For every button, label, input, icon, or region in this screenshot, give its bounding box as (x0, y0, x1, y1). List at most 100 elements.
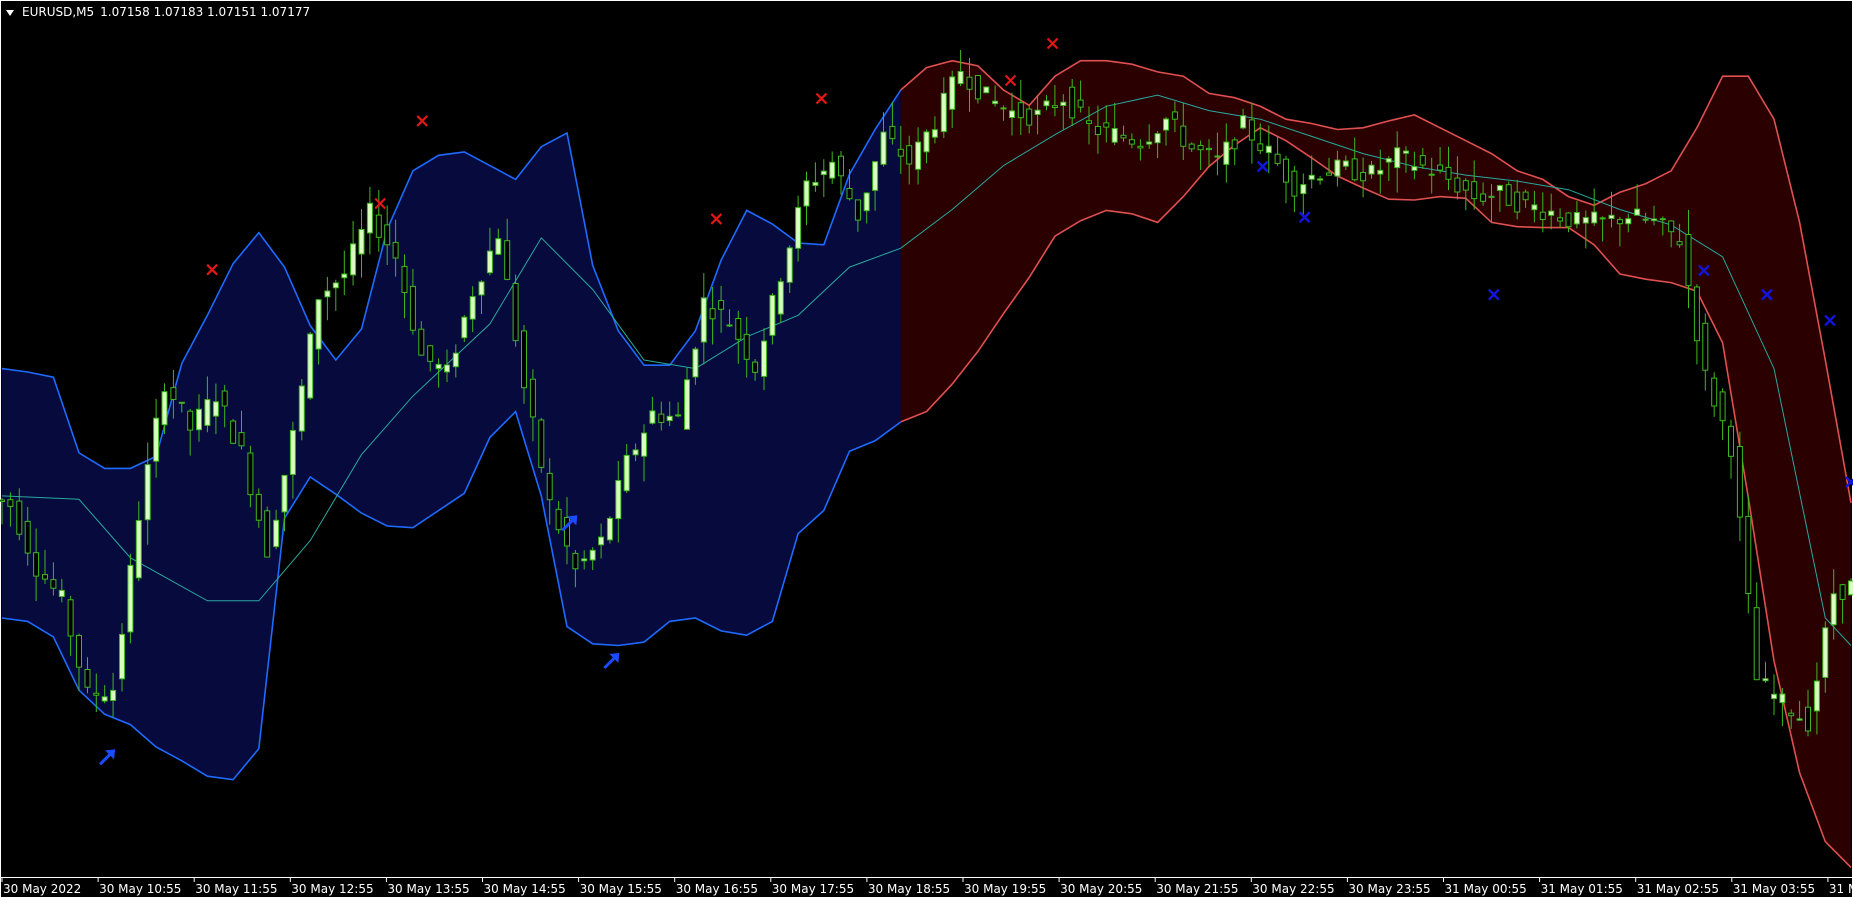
candle-body (264, 510, 271, 558)
candle-body (101, 696, 108, 702)
candle-body (1471, 181, 1478, 200)
candle-body (761, 340, 767, 377)
time-axis-label: 30 May 14:55 (484, 882, 566, 896)
candle-body (170, 387, 177, 401)
candle-body (196, 408, 202, 431)
candle-body (1488, 195, 1495, 198)
candle-body (615, 480, 622, 520)
time-axis-label: 31 May 01:55 (1541, 882, 1623, 896)
candle-body (1745, 515, 1752, 595)
candle-body (692, 348, 699, 378)
candle-body (1548, 210, 1555, 216)
band-fill-red (900, 60, 1851, 868)
dropdown-triangle-icon[interactable] (6, 9, 14, 16)
candle-body (521, 330, 527, 389)
price-chart[interactable]: 30 May 2022 30 May 10:55 30 May 11:55 30 Ma… (0, 0, 1853, 898)
band-fill-blue (2, 90, 901, 780)
candle-body (743, 333, 750, 360)
candle-body (1060, 101, 1067, 106)
candle-body (478, 281, 485, 296)
candle-body (93, 692, 100, 696)
candle-body (16, 500, 23, 535)
candle-body (1642, 218, 1649, 221)
candle-body (1274, 153, 1281, 164)
candle-body (1531, 204, 1538, 211)
candle-body (1214, 155, 1221, 158)
candle-body (966, 76, 973, 90)
candle-body (623, 454, 630, 492)
candle-body (273, 519, 280, 548)
candle-body (838, 155, 844, 177)
candle-body (230, 420, 237, 444)
candle-body (880, 131, 887, 165)
candle-body (1026, 108, 1033, 126)
candle-body (1805, 706, 1811, 732)
candle-body (24, 520, 31, 554)
candle-body (769, 294, 776, 336)
symbol-header: EURUSD,M5 1.07158 1.07183 1.07151 1.0717… (6, 5, 310, 19)
candle-body (529, 378, 536, 418)
candle-body (1086, 120, 1092, 124)
sell-signal-marker (815, 92, 828, 105)
candle-body (658, 413, 665, 423)
candle-body (1514, 191, 1521, 213)
candle-body (598, 536, 605, 546)
candle-body (700, 297, 707, 343)
time-axis-label: 30 May 10:55 (99, 882, 181, 896)
buy-signal-cross (1487, 288, 1500, 301)
buy-signal-cross (1824, 314, 1836, 327)
candle-body (1171, 111, 1178, 120)
sell-signal-marker (416, 115, 429, 127)
candle-body (1445, 166, 1452, 180)
candle-body (940, 92, 947, 133)
candle-body (366, 202, 373, 234)
candle-body (221, 390, 228, 407)
candle-body (1206, 147, 1212, 151)
sell-signal-marker (710, 213, 723, 225)
time-axis-label: 30 May 23:55 (1348, 882, 1430, 896)
candle-body (1009, 110, 1015, 119)
time-axis-label: 30 May 13:55 (387, 882, 469, 896)
candle-body (1240, 115, 1247, 129)
candle-body (1188, 143, 1195, 150)
candle-body (1137, 145, 1144, 149)
candle-body (1326, 172, 1332, 176)
candle-body (512, 283, 519, 342)
candle-body (1197, 145, 1204, 151)
candle-body (427, 345, 434, 362)
candle-body (1437, 164, 1444, 171)
candle-body (829, 161, 836, 179)
candle-body (153, 417, 160, 462)
candle-body (889, 125, 896, 140)
candle-body (1077, 99, 1084, 108)
candle-body (461, 316, 468, 339)
candle-body (1462, 180, 1469, 191)
candle-body (684, 379, 690, 430)
candle-body (726, 324, 733, 327)
candle-body (1428, 173, 1435, 176)
candle-body (324, 290, 331, 298)
candle-body (504, 240, 511, 280)
candle-body (7, 499, 14, 507)
candle-body (332, 282, 339, 289)
chart-window[interactable]: 30 May 2022 30 May 10:55 30 May 11:55 30 Ma… (0, 0, 1853, 898)
candle-body (992, 100, 999, 105)
candle-body (1051, 105, 1058, 108)
candle-body (1625, 218, 1632, 225)
candle-body (572, 552, 579, 570)
candle-body (1334, 159, 1341, 177)
candle-body (1480, 193, 1487, 202)
candle-body (1539, 211, 1546, 220)
candle-body (418, 328, 425, 356)
candle-body (949, 76, 956, 110)
candle-body (1360, 172, 1367, 182)
time-axis-label: 30 May 15:55 (580, 882, 662, 896)
candle-body (1283, 158, 1289, 183)
candle-body (127, 564, 134, 633)
candle-body (1505, 184, 1512, 206)
candle-body (1308, 174, 1315, 180)
candle-body (1822, 627, 1829, 678)
candle-body (358, 229, 365, 255)
ohlc-readout: 1.07158 1.07183 1.07151 1.07177 (100, 5, 311, 19)
time-axis-label: 30 May 19:55 (964, 882, 1046, 896)
